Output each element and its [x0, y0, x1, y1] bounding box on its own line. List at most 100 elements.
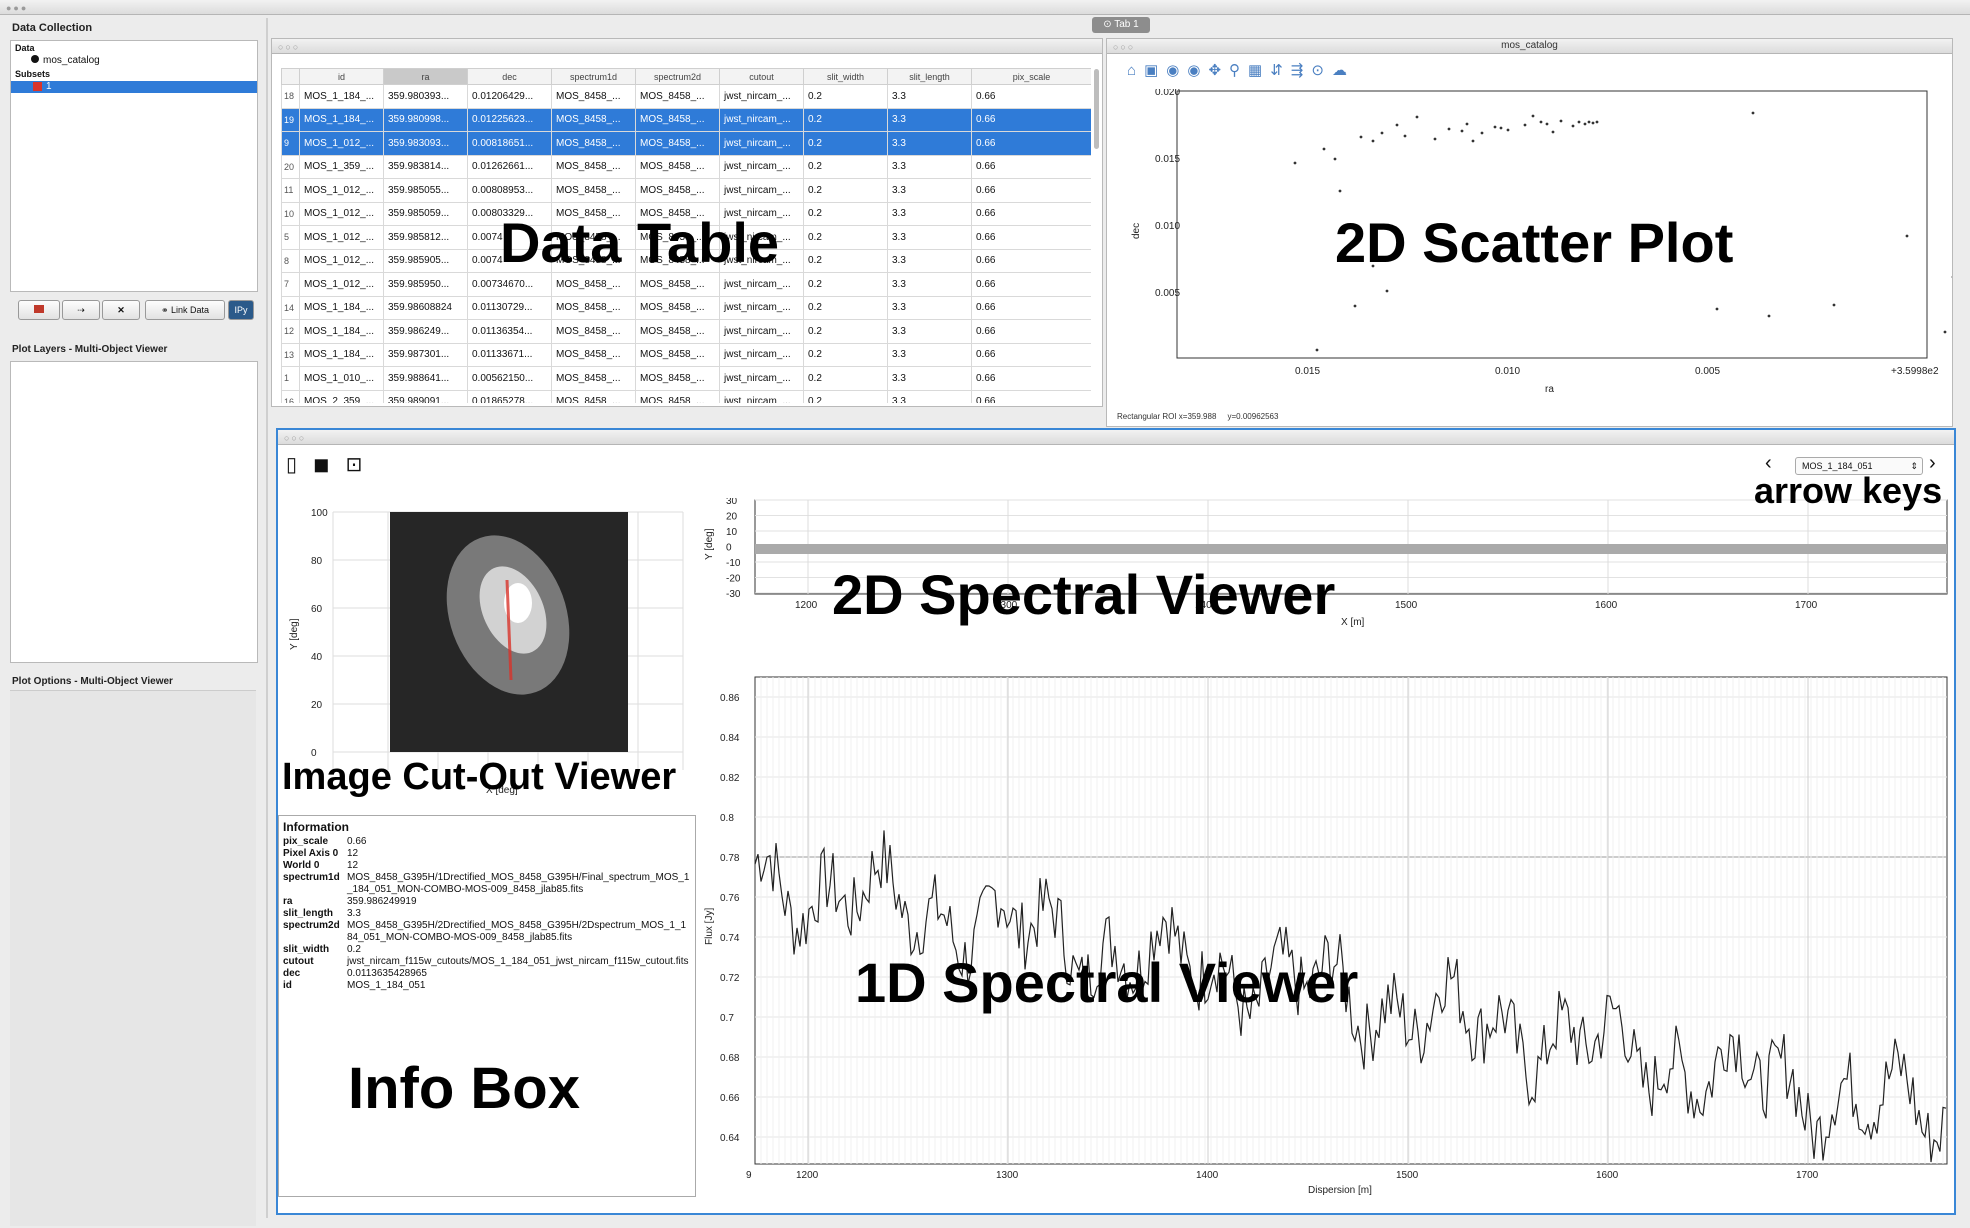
table-cell[interactable]: MOS_1_184_...: [299, 295, 384, 320]
table-cell[interactable]: MOS_8458_...: [635, 366, 720, 391]
table-cell[interactable]: jwst_nircam_...: [719, 107, 804, 132]
merge-button[interactable]: ⇢: [62, 300, 100, 320]
table-cell[interactable]: 3.3: [887, 131, 972, 156]
table-row[interactable]: 12 MOS_1_184_... 359.986249... 0.01136354..…: [281, 319, 1091, 344]
table-cell[interactable]: 0.66: [971, 225, 1091, 250]
table-cell[interactable]: 0.01136354...: [467, 319, 552, 344]
link-data-button[interactable]: ⚭ Link Data: [145, 300, 225, 320]
table-cell[interactable]: MOS_8458_...: [551, 366, 636, 391]
forward-icon[interactable]: ◉: [1187, 62, 1200, 79]
table-cell[interactable]: 359.985055...: [383, 178, 468, 203]
table-cell[interactable]: jwst_nircam_...: [719, 342, 804, 367]
table-cell[interactable]: 359.983814...: [383, 154, 468, 179]
table-cell[interactable]: MOS_8458_...: [635, 154, 720, 179]
table-cell[interactable]: 0.66: [971, 295, 1091, 320]
table-cell[interactable]: 359.988641...: [383, 366, 468, 391]
table-cell[interactable]: MOS_2_359_...: [299, 389, 384, 403]
table-cell[interactable]: 359.985905...: [383, 248, 468, 273]
xrange-icon[interactable]: ⇵: [1270, 62, 1283, 79]
table-cell[interactable]: 0.2: [803, 366, 888, 391]
table-cell[interactable]: 0.2: [803, 342, 888, 367]
table-row[interactable]: 16 MOS_2_359_... 359.989091... 0.01865278..…: [281, 389, 1091, 403]
save-icon[interactable]: ▣: [1144, 62, 1158, 79]
column-header[interactable]: id: [299, 68, 384, 85]
table-cell[interactable]: MOS_8458_...: [551, 154, 636, 179]
table-row[interactable]: 13 MOS_1_184_... 359.987301... 0.01133671..…: [281, 342, 1091, 367]
pan-icon[interactable]: ✥: [1208, 62, 1221, 79]
table-cell[interactable]: 0.2: [803, 131, 888, 156]
column-header[interactable]: spectrum2d: [635, 68, 720, 85]
table-cell[interactable]: 3.3: [887, 178, 972, 203]
zoom-icon[interactable]: ⚲: [1229, 62, 1240, 79]
home-icon[interactable]: ⌂: [1127, 62, 1136, 79]
table-cell[interactable]: MOS_8458_...: [551, 84, 636, 109]
table-cell[interactable]: MOS_8458_...: [635, 389, 720, 403]
table-cell[interactable]: 0.00808953...: [467, 178, 552, 203]
table-cell[interactable]: MOS_8458_...: [551, 389, 636, 403]
new-file-icon[interactable]: ▯: [286, 454, 297, 476]
table-window-controls[interactable]: ○○○: [278, 42, 300, 52]
table-scrollbar[interactable]: [1094, 69, 1099, 149]
table-cell[interactable]: 3.3: [887, 225, 972, 250]
table-cell[interactable]: MOS_8458_...: [551, 131, 636, 156]
ipython-button[interactable]: IPy: [228, 300, 254, 320]
table-cell[interactable]: 0.2: [803, 201, 888, 226]
table-cell[interactable]: MOS_1_184_...: [299, 107, 384, 132]
table-cell[interactable]: MOS_8458_...: [551, 107, 636, 132]
table-cell[interactable]: 3.3: [887, 295, 972, 320]
table-cell[interactable]: MOS_8458_...: [635, 131, 720, 156]
table-cell[interactable]: 0.66: [971, 389, 1091, 403]
table-cell[interactable]: MOS_8458_...: [635, 295, 720, 320]
column-header[interactable]: spectrum1d: [551, 68, 636, 85]
table-cell[interactable]: 0.66: [971, 319, 1091, 344]
table-cell[interactable]: jwst_nircam_...: [719, 178, 804, 203]
column-header[interactable]: dec: [467, 68, 552, 85]
table-cell[interactable]: 0.01865278...: [467, 389, 552, 403]
table-cell[interactable]: 0.2: [803, 272, 888, 297]
table-cell[interactable]: MOS_1_012_...: [299, 201, 384, 226]
column-header[interactable]: slit_length: [887, 68, 972, 85]
table-cell[interactable]: 359.980998...: [383, 107, 468, 132]
table-cell[interactable]: jwst_nircam_...: [719, 319, 804, 344]
table-cell[interactable]: 359.987301...: [383, 342, 468, 367]
table-cell[interactable]: MOS_8458_...: [635, 107, 720, 132]
table-cell[interactable]: MOS_8458_...: [635, 342, 720, 367]
rect-roi-icon[interactable]: ▦: [1248, 62, 1262, 79]
table-cell[interactable]: jwst_nircam_...: [719, 366, 804, 391]
table-cell[interactable]: 0.2: [803, 84, 888, 109]
table-cell[interactable]: 0.66: [971, 84, 1091, 109]
table-row[interactable]: 11 MOS_1_012_... 359.985055... 0.00808953..…: [281, 178, 1091, 203]
table-row[interactable]: 14 MOS_1_184_... 359.98608824 0.01130729...…: [281, 295, 1091, 320]
table-cell[interactable]: 3.3: [887, 84, 972, 109]
table-cell[interactable]: MOS_1_012_...: [299, 225, 384, 250]
table-cell[interactable]: 0.66: [971, 178, 1091, 203]
table-cell[interactable]: 0.01130729...: [467, 295, 552, 320]
table-cell[interactable]: 3.3: [887, 272, 972, 297]
table-cell[interactable]: jwst_nircam_...: [719, 84, 804, 109]
table-cell[interactable]: 0.66: [971, 131, 1091, 156]
table-cell[interactable]: 359.985950...: [383, 272, 468, 297]
table-cell[interactable]: MOS_8458_...: [635, 272, 720, 297]
lasso-icon[interactable]: ☁: [1332, 62, 1347, 79]
table-cell[interactable]: 3.3: [887, 107, 972, 132]
table-cell[interactable]: MOS_1_012_...: [299, 131, 384, 156]
table-cell[interactable]: 359.985059...: [383, 201, 468, 226]
table-cell[interactable]: MOS_8458_...: [551, 342, 636, 367]
bookmark-icon[interactable]: ◼: [313, 454, 330, 476]
table-row[interactable]: 20 MOS_1_359_... 359.983814... 0.01262661..…: [281, 154, 1091, 179]
table-cell[interactable]: 3.3: [887, 389, 972, 403]
tab-1[interactable]: ⊙ Tab 1: [1092, 17, 1150, 33]
table-cell[interactable]: jwst_nircam_...: [719, 272, 804, 297]
table-cell[interactable]: 3.3: [887, 319, 972, 344]
table-cell[interactable]: 0.66: [971, 366, 1091, 391]
subset-item[interactable]: 1: [11, 81, 257, 93]
table-cell[interactable]: 0.66: [971, 342, 1091, 367]
table-cell[interactable]: 359.989091...: [383, 389, 468, 403]
table-cell[interactable]: 0.00818651...: [467, 131, 552, 156]
table-cell[interactable]: MOS_8458_...: [635, 178, 720, 203]
table-cell[interactable]: 0.2: [803, 248, 888, 273]
table-cell[interactable]: MOS_8458_...: [551, 178, 636, 203]
table-cell[interactable]: MOS_1_359_...: [299, 154, 384, 179]
back-icon[interactable]: ◉: [1166, 62, 1179, 79]
table-row[interactable]: 18 MOS_1_184_... 359.980393... 0.01206429..…: [281, 84, 1091, 109]
